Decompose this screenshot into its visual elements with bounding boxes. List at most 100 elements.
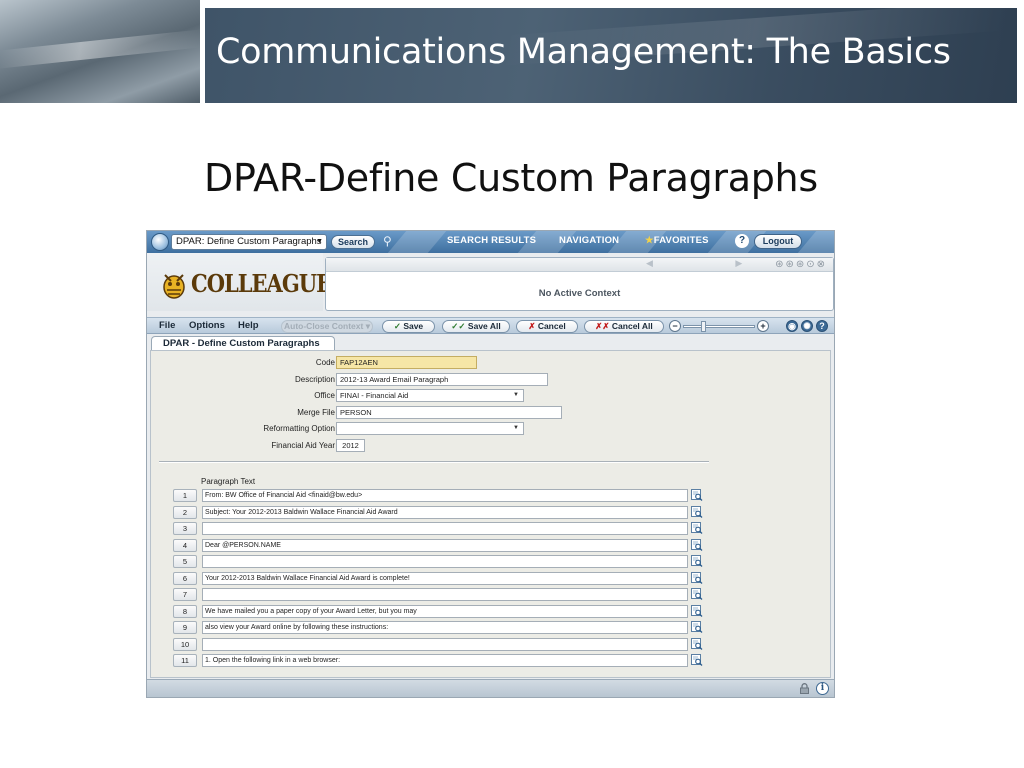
merge-file-label: Merge File: [297, 408, 335, 417]
paragraph-text-label: Paragraph Text: [201, 477, 256, 486]
nav-search-results[interactable]: SEARCH RESULTS: [447, 235, 536, 246]
office-select-value: FINAI - Financial Aid: [340, 391, 409, 400]
process-select[interactable]: DPAR: Define Custom Paragraphs ▼: [171, 234, 327, 250]
zoom-out-icon[interactable]: −: [669, 320, 681, 332]
paragraph-row-number[interactable]: 10: [173, 637, 197, 651]
paragraph-row-number[interactable]: 2: [173, 505, 197, 519]
lookup-icon[interactable]: [691, 555, 703, 567]
lookup-icon[interactable]: [691, 588, 703, 600]
paragraph-row-number[interactable]: 3: [173, 522, 197, 535]
code-field[interactable]: FAP12AEN: [336, 356, 477, 369]
merge-file-field[interactable]: PERSON: [336, 406, 562, 419]
context-arrows[interactable]: ◀ ▶: [646, 258, 782, 269]
paragraph-text-field[interactable]: also view your Award online by following…: [202, 621, 688, 634]
gear-icon[interactable]: ✺: [801, 320, 813, 332]
paragraph-row-number[interactable]: 7: [173, 588, 197, 601]
paragraph-text-field[interactable]: From: BW Office of Financial Aid <finaid…: [202, 489, 688, 502]
paragraph-text-field[interactable]: We have mailed you a paper copy of your …: [202, 604, 688, 618]
menu-toolbar: File Options Help Auto-Close Context ▾ ✓…: [147, 317, 834, 334]
logout-button[interactable]: Logout: [754, 234, 802, 249]
paragraph-row: 3: [173, 522, 703, 535]
paragraph-row-number[interactable]: 9: [173, 621, 197, 634]
lookup-icon[interactable]: [691, 654, 703, 666]
paragraph-text-field[interactable]: Subject: Your 2012-2013 Baldwin Wallace …: [202, 505, 688, 519]
zoom-in-icon[interactable]: +: [757, 320, 769, 332]
save-all-label: Save All: [467, 321, 501, 331]
paragraph-row-number[interactable]: 6: [173, 571, 197, 585]
menu-options[interactable]: Options: [189, 320, 225, 331]
zoom-slider-track[interactable]: [683, 325, 755, 328]
office-select[interactable]: FINAI - Financial Aid ▼: [336, 389, 524, 402]
paragraph-row-number[interactable]: 4: [173, 538, 197, 552]
reformatting-option-select[interactable]: ▼: [336, 422, 524, 435]
lookup-icon[interactable]: [691, 489, 703, 501]
paragraph-row: 9 also view your Award online by followin…: [173, 621, 703, 634]
chevron-down-icon: ▼: [316, 238, 323, 245]
save-label: Save: [403, 321, 424, 331]
lookup-icon[interactable]: [691, 571, 703, 584]
checkmark-icon: ✓: [393, 321, 401, 331]
paragraph-row: 10: [173, 637, 703, 651]
paragraph-row-number[interactable]: 8: [173, 604, 197, 618]
paragraph-row-number[interactable]: 1: [173, 489, 197, 502]
paragraph-row: 7: [173, 588, 703, 601]
help-small-icon[interactable]: ?: [816, 320, 828, 332]
app-screenshot: DPAR: Define Custom Paragraphs ▼ Search …: [146, 230, 835, 698]
reformatting-option-label: Reformatting Option: [263, 424, 335, 433]
save-button[interactable]: ✓ Save: [382, 320, 435, 333]
search-button[interactable]: Search: [331, 235, 375, 249]
zoom-slider-thumb[interactable]: [701, 321, 706, 332]
paragraph-text-field[interactable]: [202, 588, 688, 601]
app-top-bar: DPAR: Define Custom Paragraphs ▼ Search …: [147, 231, 834, 253]
cancel-label: Cancel: [537, 321, 566, 331]
lookup-icon[interactable]: [691, 538, 703, 551]
nav-navigation[interactable]: NAVIGATION: [559, 235, 619, 246]
menu-file[interactable]: File: [159, 320, 175, 331]
magnifier-icon[interactable]: ⚲: [383, 234, 392, 248]
paragraph-text-field[interactable]: 1. Open the following link in a web brow…: [202, 654, 688, 667]
auto-close-context-button[interactable]: Auto-Close Context ▾: [281, 320, 373, 333]
paragraph-row: 8 We have mailed you a paper copy of your…: [173, 604, 703, 618]
tab-dpar[interactable]: DPAR - Define Custom Paragraphs: [151, 336, 335, 351]
save-all-button[interactable]: ✓✓ Save All: [442, 320, 510, 333]
lookup-icon[interactable]: [691, 637, 703, 650]
auto-close-label: Auto-Close Context: [284, 321, 364, 331]
financial-aid-year-field[interactable]: 2012: [336, 439, 365, 452]
chevron-down-icon: ▼: [513, 392, 519, 398]
form-area: Code FAP12AEN Description 2012-13 Award …: [150, 350, 831, 678]
globe-small-icon[interactable]: ◉: [786, 320, 798, 332]
globe-icon[interactable]: [151, 233, 169, 251]
slide-title: Communications Management: The Basics: [216, 32, 951, 72]
menu-help[interactable]: Help: [238, 320, 259, 331]
paragraph-text-field[interactable]: Your 2012-2013 Baldwin Wallace Financial…: [202, 571, 688, 585]
logo-text: COLLEAGUE: [191, 269, 332, 298]
lock-icon[interactable]: [799, 683, 810, 694]
lookup-icon[interactable]: [691, 505, 703, 518]
chevron-down-icon: ▼: [513, 425, 519, 431]
lookup-icon[interactable]: [691, 604, 703, 617]
cancel-button[interactable]: ✗ Cancel: [516, 320, 578, 333]
help-button[interactable]: ?: [735, 234, 749, 248]
context-icons[interactable]: ⊛⊛⊛⊙⊗: [775, 259, 827, 270]
context-toolbar: ◀ ▶ ⊛⊛⊛⊙⊗: [326, 258, 833, 272]
paragraph-row: 2 Subject: Your 2012-2013 Baldwin Wallace…: [173, 505, 703, 519]
topbar-stripe: [387, 231, 447, 253]
code-label: Code: [315, 358, 335, 367]
logo-area: COLLEAGUE: [147, 253, 332, 311]
paragraph-text-field[interactable]: [202, 555, 688, 568]
x-icon: ✗: [528, 321, 536, 331]
cancel-all-button[interactable]: ✗✗ Cancel All: [584, 320, 664, 333]
description-field[interactable]: 2012-13 Award Email Paragraph: [336, 373, 548, 386]
paragraph-text-field[interactable]: Dear @PERSON.NAME: [202, 538, 688, 552]
cancel-all-label: Cancel All: [611, 321, 653, 331]
paragraph-row-number[interactable]: 11: [173, 654, 197, 667]
yellow-jacket-logo-icon: [163, 274, 185, 299]
info-icon[interactable]: i: [816, 682, 829, 695]
nav-favorites[interactable]: ★FAVORITES: [645, 235, 709, 246]
lookup-icon[interactable]: [691, 522, 703, 534]
paragraph-text-field[interactable]: [202, 522, 688, 535]
paragraph-row-number[interactable]: 5: [173, 555, 197, 568]
paragraph-row: 11 1. Open the following link in a web br…: [173, 654, 703, 667]
paragraph-text-field[interactable]: [202, 637, 688, 651]
lookup-icon[interactable]: [691, 621, 703, 633]
